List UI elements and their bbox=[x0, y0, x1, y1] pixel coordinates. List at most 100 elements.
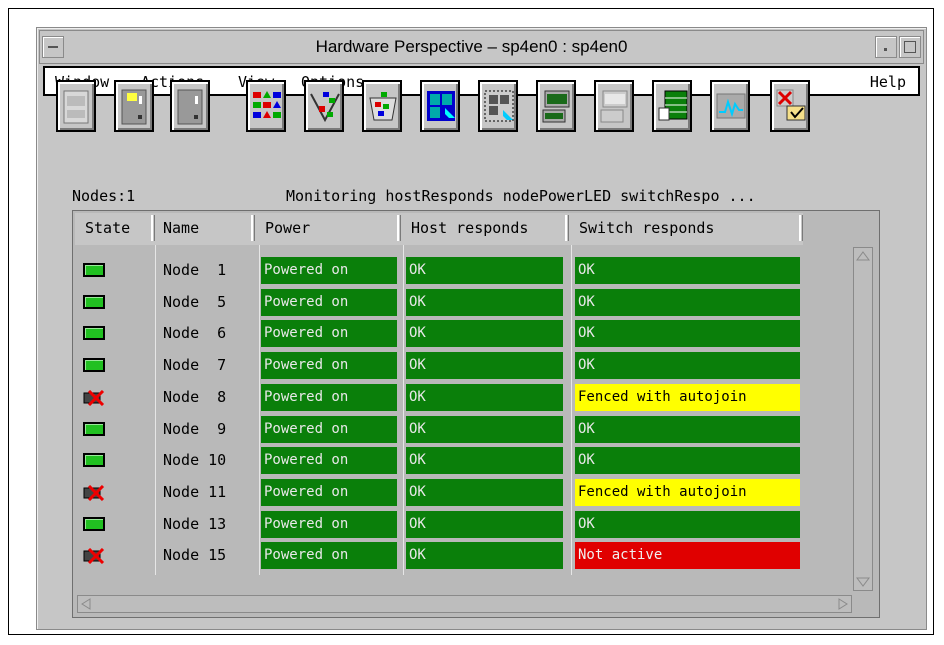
column-resize-handle[interactable] bbox=[565, 215, 569, 241]
layout-grid-button[interactable] bbox=[420, 80, 460, 132]
select-grid-icon bbox=[484, 90, 514, 122]
menu-help[interactable]: Help bbox=[870, 73, 906, 91]
power-cell: Powered on bbox=[261, 383, 397, 411]
switch-responds-cell: Not active bbox=[575, 542, 800, 570]
header-name[interactable]: Name bbox=[163, 213, 199, 243]
monitor-icon bbox=[716, 93, 746, 119]
header-power[interactable]: Power bbox=[265, 213, 310, 243]
table-row[interactable]: Node 7 Powered on OK OK bbox=[73, 352, 813, 382]
maximize-icon bbox=[904, 41, 916, 53]
maximize-button[interactable] bbox=[899, 36, 921, 58]
node-group-button[interactable] bbox=[246, 80, 286, 132]
table-row[interactable]: Node 6 Powered on OK OK bbox=[73, 320, 813, 350]
scroll-down-icon[interactable] bbox=[854, 574, 872, 590]
node-name: Node 6 bbox=[163, 324, 227, 343]
header-switch-responds[interactable]: Switch responds bbox=[579, 213, 714, 243]
minimize-button[interactable] bbox=[875, 36, 897, 58]
table-row[interactable]: Node 5 Powered on OK OK bbox=[73, 288, 813, 319]
table-row[interactable]: Node 1 Powered on OK OK bbox=[73, 257, 813, 287]
led-on-icon bbox=[83, 294, 105, 309]
column-resize-handle[interactable] bbox=[151, 215, 155, 241]
power-cell: Powered on bbox=[261, 415, 397, 443]
table-view-icon bbox=[658, 90, 688, 121]
delete-icon bbox=[776, 89, 806, 121]
node-switch-button[interactable] bbox=[170, 80, 210, 132]
open-panel-button[interactable] bbox=[536, 80, 576, 132]
table-view-button[interactable] bbox=[652, 80, 692, 132]
power-cell: Powered on bbox=[261, 352, 397, 380]
delete-button[interactable] bbox=[770, 80, 810, 132]
host-responds-cell: OK bbox=[406, 257, 563, 284]
header-state[interactable]: State bbox=[85, 213, 130, 243]
node-name: Node 9 bbox=[163, 419, 227, 438]
led-on-icon bbox=[83, 263, 105, 277]
node-name: Node 5 bbox=[163, 292, 227, 311]
column-resize-handle[interactable] bbox=[799, 215, 803, 241]
filter-button[interactable] bbox=[304, 80, 344, 132]
host-responds-cell: OK bbox=[406, 288, 563, 316]
node-switch-icon bbox=[177, 89, 203, 125]
host-responds-cell: OK bbox=[406, 320, 563, 348]
led-on-icon bbox=[83, 453, 105, 468]
title-bar[interactable]: Hardware Perspective – sp4en0 : sp4en0 bbox=[39, 30, 924, 64]
node-error-icon bbox=[83, 389, 105, 406]
switch-responds-cell: Fenced with autojoin bbox=[575, 478, 800, 506]
layout-grid-icon bbox=[427, 91, 455, 121]
host-responds-cell: OK bbox=[406, 510, 563, 538]
column-resize-handle[interactable] bbox=[397, 215, 401, 241]
table-row[interactable]: Node 10 Powered on OK OK bbox=[73, 447, 813, 477]
frame-button[interactable] bbox=[56, 80, 96, 132]
led-on-icon bbox=[83, 358, 105, 373]
column-resize-handle[interactable] bbox=[251, 215, 255, 241]
vertical-scrollbar[interactable] bbox=[853, 247, 873, 591]
table-row[interactable]: Node 11 Powered on OK Fenced with autojoin bbox=[73, 478, 813, 509]
host-responds-cell: OK bbox=[406, 478, 563, 506]
node-count: Nodes:1 bbox=[72, 187, 136, 205]
host-responds-cell: OK bbox=[406, 383, 563, 411]
collection-icon bbox=[369, 92, 397, 121]
node-error-icon bbox=[83, 484, 105, 501]
led-on-icon bbox=[83, 516, 105, 531]
power-cell: Powered on bbox=[261, 288, 397, 316]
node-name: Node 8 bbox=[163, 387, 227, 406]
node-name: Node 11 bbox=[163, 482, 227, 501]
node-name: Node 10 bbox=[163, 451, 227, 470]
node-table: State Name Power Host responds Switch re… bbox=[72, 210, 880, 618]
table-row[interactable]: Node 13 Powered on OK OK bbox=[73, 510, 813, 541]
closed-panel-button[interactable] bbox=[594, 80, 634, 132]
switch-responds-cell: OK bbox=[575, 415, 800, 443]
scroll-up-icon[interactable] bbox=[854, 248, 872, 264]
horizontal-scrollbar[interactable] bbox=[77, 595, 852, 613]
switch-responds-cell: Fenced with autojoin bbox=[575, 383, 800, 411]
select-grid-button[interactable] bbox=[478, 80, 518, 132]
led-on-icon bbox=[83, 421, 105, 436]
table-row[interactable]: Node 9 Powered on OK OK bbox=[73, 415, 813, 446]
power-cell: Powered on bbox=[261, 320, 397, 348]
node-light-button[interactable] bbox=[114, 80, 154, 132]
node-name: Node 13 bbox=[163, 514, 227, 533]
table-row[interactable]: Node 15 Powered on OK Not active bbox=[73, 542, 813, 572]
switch-responds-cell: OK bbox=[575, 257, 800, 284]
scroll-right-icon[interactable] bbox=[837, 596, 851, 612]
monitor-button[interactable] bbox=[710, 80, 750, 132]
node-group-icon bbox=[253, 91, 281, 118]
host-responds-cell: OK bbox=[406, 415, 563, 443]
scroll-left-icon[interactable] bbox=[78, 596, 92, 612]
monitoring-status: Monitoring hostResponds nodePowerLED swi… bbox=[286, 187, 756, 205]
open-panel-icon bbox=[542, 90, 570, 123]
table-row[interactable]: Node 8 Powered on OK Fenced with autojoin bbox=[73, 383, 813, 414]
collection-button[interactable] bbox=[362, 80, 402, 132]
power-cell: Powered on bbox=[261, 510, 397, 538]
header-host-responds[interactable]: Host responds bbox=[411, 213, 528, 243]
minimize-icon bbox=[884, 48, 887, 51]
window-menu-button[interactable] bbox=[42, 36, 64, 58]
host-responds-cell: OK bbox=[406, 542, 563, 570]
filter-icon bbox=[310, 92, 340, 123]
node-name: Node 7 bbox=[163, 356, 227, 375]
node-name: Node 15 bbox=[163, 546, 227, 565]
switch-responds-cell: OK bbox=[575, 352, 800, 380]
node-error-icon bbox=[83, 548, 105, 565]
power-cell: Powered on bbox=[261, 257, 397, 284]
frame-icon bbox=[63, 90, 89, 124]
switch-responds-cell: OK bbox=[575, 510, 800, 538]
